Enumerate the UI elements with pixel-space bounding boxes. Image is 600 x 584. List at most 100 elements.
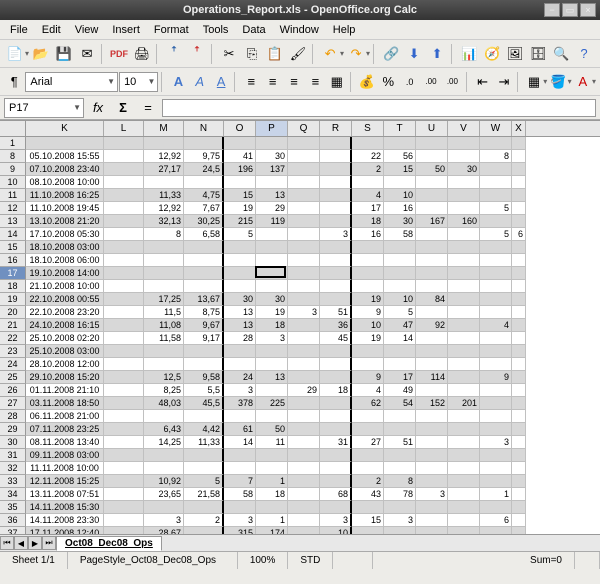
menu-data[interactable]: Data [236,22,271,38]
help-icon[interactable]: ? [573,43,595,65]
cell[interactable]: 28 [224,332,256,345]
cell[interactable]: 30 [224,293,256,306]
cell[interactable] [288,501,320,514]
col-header-O[interactable]: O [224,121,256,136]
cell[interactable]: 167 [416,215,448,228]
cell[interactable] [288,202,320,215]
cell[interactable] [320,475,352,488]
row-header[interactable]: 34 [0,488,26,501]
cell[interactable]: 114 [416,371,448,384]
tab-last-icon[interactable]: ⏭ [42,536,56,550]
cell[interactable]: 17,25 [144,293,184,306]
cell[interactable] [480,267,512,280]
cell[interactable] [288,176,320,189]
cell[interactable]: 18.10.2008 03:00 [26,241,104,254]
cell[interactable] [512,410,526,423]
cell[interactable] [384,241,416,254]
cell[interactable] [104,358,144,371]
autospell-icon[interactable]: ꜛ [186,43,208,65]
cell[interactable] [320,293,352,306]
menu-format[interactable]: Format [148,22,195,38]
cell[interactable]: 07.11.2008 23:25 [26,423,104,436]
cell[interactable]: 30 [256,293,288,306]
cell[interactable] [144,254,184,267]
cell[interactable] [320,423,352,436]
cell[interactable] [184,449,224,462]
cell[interactable]: 9,17 [184,332,224,345]
cell[interactable] [288,254,320,267]
remove-decimal-icon[interactable]: .00 [442,71,462,93]
cell[interactable]: 25.10.2008 03:00 [26,345,104,358]
cell[interactable] [320,137,352,150]
cell[interactable] [448,449,480,462]
cell[interactable] [144,241,184,254]
cell[interactable]: 201 [448,397,480,410]
cell[interactable]: 160 [448,215,480,228]
cell[interactable] [288,189,320,202]
cell[interactable] [448,228,480,241]
cell[interactable] [104,410,144,423]
cell[interactable] [104,267,144,280]
cell[interactable] [184,501,224,514]
cell[interactable] [448,267,480,280]
cell[interactable]: 16 [384,202,416,215]
cell[interactable] [448,306,480,319]
cell[interactable]: 09.11.2008 03:00 [26,449,104,462]
cell[interactable] [416,280,448,293]
cell[interactable] [288,423,320,436]
cell[interactable]: 8 [480,150,512,163]
cell[interactable] [352,501,384,514]
cell[interactable] [352,254,384,267]
row-header[interactable]: 13 [0,215,26,228]
cell[interactable]: 11,08 [144,319,184,332]
cell[interactable]: 18 [320,384,352,397]
styles-icon[interactable]: ¶ [4,71,24,93]
row-header[interactable]: 35 [0,501,26,514]
cell[interactable] [26,137,104,150]
cell[interactable]: 5 [224,228,256,241]
bold-icon[interactable]: A [168,71,188,93]
cell[interactable]: 2 [352,475,384,488]
row-header[interactable]: 29 [0,423,26,436]
cell[interactable] [184,254,224,267]
cell[interactable] [512,527,526,534]
cell[interactable] [320,150,352,163]
col-header-S[interactable]: S [352,121,384,136]
cell[interactable] [480,176,512,189]
cell[interactable] [384,527,416,534]
cell[interactable] [104,163,144,176]
col-header-W[interactable]: W [480,121,512,136]
cell[interactable]: 13.11.2008 07:51 [26,488,104,501]
cell[interactable]: 28,67 [144,527,184,534]
cell[interactable] [448,202,480,215]
cell[interactable]: 3 [320,228,352,241]
cell[interactable] [480,358,512,371]
cell[interactable] [448,280,480,293]
cell[interactable] [104,501,144,514]
cell[interactable] [448,137,480,150]
cell[interactable]: 58 [224,488,256,501]
cell[interactable] [416,332,448,345]
cell[interactable]: 119 [256,215,288,228]
cell[interactable]: 5,5 [184,384,224,397]
cell[interactable] [480,254,512,267]
cell[interactable] [224,449,256,462]
cell[interactable] [288,228,320,241]
pdf-icon[interactable]: PDF [108,43,130,65]
cell[interactable]: 43 [352,488,384,501]
number-format-icon[interactable]: .0 [399,71,419,93]
cell[interactable] [480,215,512,228]
cell[interactable]: 8 [384,475,416,488]
cell[interactable] [512,241,526,254]
cell[interactable] [480,345,512,358]
cell[interactable] [104,514,144,527]
cell[interactable] [288,241,320,254]
cell[interactable]: 315 [224,527,256,534]
cell[interactable]: 3 [224,514,256,527]
cell[interactable]: 137 [256,163,288,176]
cell[interactable]: 9,67 [184,319,224,332]
cell[interactable]: 14,25 [144,436,184,449]
cell[interactable] [512,280,526,293]
sort-desc-icon[interactable]: ⬆ [426,43,448,65]
cell[interactable] [144,280,184,293]
